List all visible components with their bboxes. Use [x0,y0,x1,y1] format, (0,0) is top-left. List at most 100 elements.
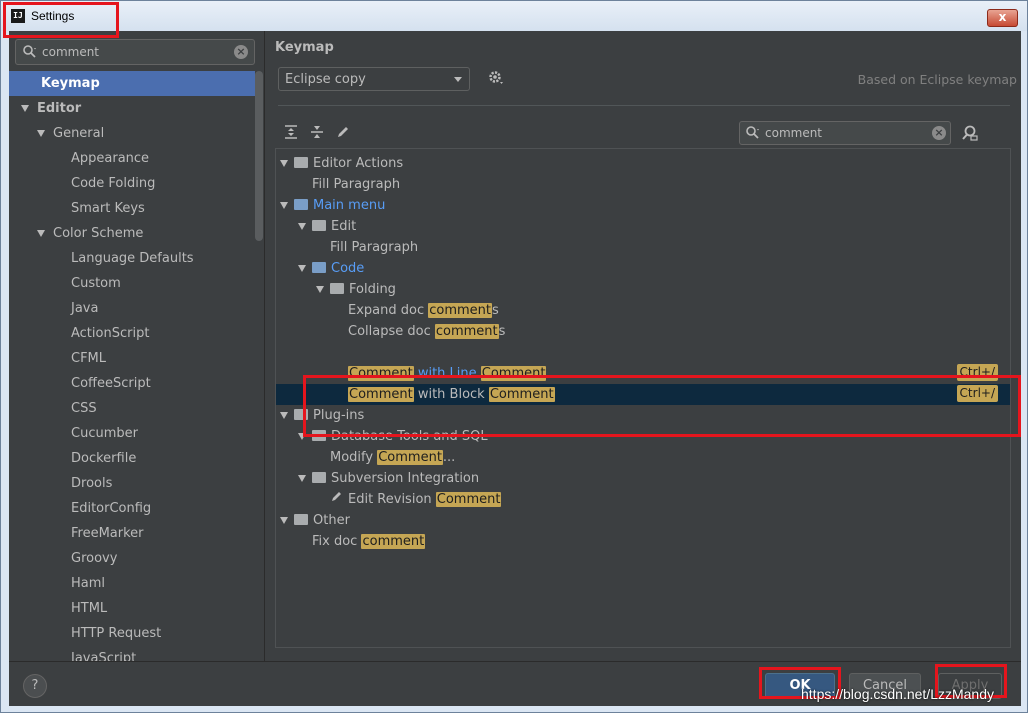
tree-row-label: Modify [330,450,378,465]
sidebar-item-label: Drools [71,476,113,491]
tree-row-label: Fix doc [312,534,362,549]
pencil-icon [330,489,344,510]
clear-icon[interactable]: × [932,126,946,140]
settings-sidebar: comment × Keymap Editor General Appearance C… [9,31,265,661]
keymap-panel: Keymap Eclipse copy Based on Eclipse key… [266,31,1021,661]
sidebar-item-label: FreeMarker [71,526,144,541]
tree-row-label: Other [313,513,350,528]
keymap-tree-row[interactable]: Expand doc comments [276,300,1010,321]
expand-all-icon[interactable] [283,124,299,140]
sidebar-item-dockerfile[interactable]: Dockerfile [9,446,255,471]
sidebar-item-html[interactable]: HTML [9,596,255,621]
sidebar-item-smart-keys[interactable]: Smart Keys [9,196,255,221]
sidebar-item-label: EditorConfig [71,501,152,516]
sidebar-item-actionscript[interactable]: ActionScript [9,321,255,346]
sidebar-item-drools[interactable]: Drools [9,471,255,496]
keymap-scheme-select[interactable]: Eclipse copy [278,67,470,91]
keymap-tree-row[interactable]: Subversion Integration [276,468,1010,489]
settings-search-value: comment [42,45,100,59]
keymap-tree-row[interactable]: Modify Comment... [276,447,1010,468]
page-title: Keymap [275,40,334,55]
keymap-tree-row[interactable]: Fix doc comment [276,531,1010,552]
sidebar-item-java[interactable]: Java [9,296,255,321]
sidebar-item-javascript[interactable]: JavaScript [9,646,255,661]
pencil-icon[interactable] [335,124,351,140]
close-button[interactable]: x [987,9,1018,27]
keymap-tree-row[interactable]: Editor Actions [276,153,1010,174]
keymap-tree-row[interactable]: Folding [276,279,1010,300]
tree-row-label: Main menu [313,198,386,213]
other-icon [294,514,308,525]
expand-arrow-icon[interactable] [37,230,45,237]
folder-icon [312,220,326,231]
expand-arrow-icon[interactable] [280,517,288,524]
expand-arrow-icon[interactable] [298,265,306,272]
collapse-all-icon[interactable] [309,124,325,140]
expand-arrow-icon[interactable] [37,130,45,137]
sidebar-item-css[interactable]: CSS [9,396,255,421]
sidebar-item-general[interactable]: General [9,121,255,146]
sidebar-item-http-request[interactable]: HTTP Request [9,621,255,646]
expand-arrow-icon[interactable] [298,475,306,482]
tree-row-label: Collapse doc [348,324,435,339]
expand-arrow-icon[interactable] [280,202,288,209]
keymap-tree-row[interactable]: Edit Revision Comment [276,489,1010,510]
watermark-text: https://blog.csdn.net/LzzMandy [801,686,994,702]
sidebar-item-label: Editor [37,101,82,116]
sidebar-item-haml[interactable]: Haml [9,571,255,596]
gear-icon[interactable] [488,70,504,86]
sidebar-item-custom[interactable]: Custom [9,271,255,296]
search-icon[interactable] [745,125,761,141]
tree-row-label: Folding [349,282,396,297]
sidebar-item-label: ActionScript [71,326,150,341]
chevron-down-icon [454,77,462,82]
settings-search-input[interactable]: comment × [15,39,255,65]
sidebar-item-appearance[interactable]: Appearance [9,146,255,171]
keymap-tree-row[interactable]: Fill Paragraph [276,174,1010,195]
sidebar-item-label: Dockerfile [71,451,137,466]
search-icon[interactable] [22,44,38,60]
keymap-search-input[interactable]: comment × [739,121,951,145]
folder-icon [312,262,326,273]
sidebar-item-label: Smart Keys [71,201,145,216]
sidebar-item-keymap[interactable]: Keymap [9,71,255,96]
dialog-content: comment × Keymap Editor General Appearance C… [9,31,1021,706]
expand-arrow-icon[interactable] [316,286,324,293]
clear-icon[interactable]: × [234,45,248,59]
keymap-tree-row[interactable]: Fill Paragraph [276,237,1010,258]
help-button[interactable]: ? [23,674,47,698]
keymap-tree-row[interactable]: Code [276,258,1010,279]
sidebar-item-label: Haml [71,576,106,591]
sidebar-scrollbar[interactable] [255,71,263,241]
keymap-tree-row[interactable]: Collapse doc comments [276,321,1010,342]
settings-window: IJ Settings x comment × Keymap Editor Gene… [0,0,1028,713]
sidebar-item-freemarker[interactable]: FreeMarker [9,521,255,546]
search-highlight: comment [434,324,499,339]
expand-arrow-icon[interactable] [280,160,288,167]
search-highlight: comment [361,534,426,549]
sidebar-item-label: CSS [71,401,97,416]
sidebar-item-editor[interactable]: Editor [9,96,255,121]
keymap-tree-row[interactable]: Edit [276,216,1010,237]
tree-row-label: Subversion Integration [331,471,480,486]
main-menu-icon [294,199,308,210]
expand-arrow-icon[interactable] [298,223,306,230]
keymap-tree-row[interactable]: Other [276,510,1010,531]
expand-arrow-icon[interactable] [21,105,29,112]
find-by-shortcut-icon[interactable] [961,124,979,142]
sidebar-item-label: Cucumber [71,426,138,441]
keymap-tree-row[interactable]: Main menu [276,195,1010,216]
sidebar-item-cucumber[interactable]: Cucumber [9,421,255,446]
tree-row-label: Fill Paragraph [312,177,401,192]
sidebar-item-coffeescript[interactable]: CoffeeScript [9,371,255,396]
expand-arrow-icon[interactable] [280,412,288,419]
sidebar-item-language-defaults[interactable]: Language Defaults [9,246,255,271]
sidebar-item-color-scheme[interactable]: Color Scheme [9,221,255,246]
sidebar-item-groovy[interactable]: Groovy [9,546,255,571]
sidebar-item-cfml[interactable]: CFML [9,346,255,371]
keymap-scheme-value: Eclipse copy [285,72,366,87]
sidebar-item-label: Code Folding [71,176,156,191]
editor-actions-icon [294,157,308,168]
sidebar-item-code-folding[interactable]: Code Folding [9,171,255,196]
sidebar-item-editorconfig[interactable]: EditorConfig [9,496,255,521]
